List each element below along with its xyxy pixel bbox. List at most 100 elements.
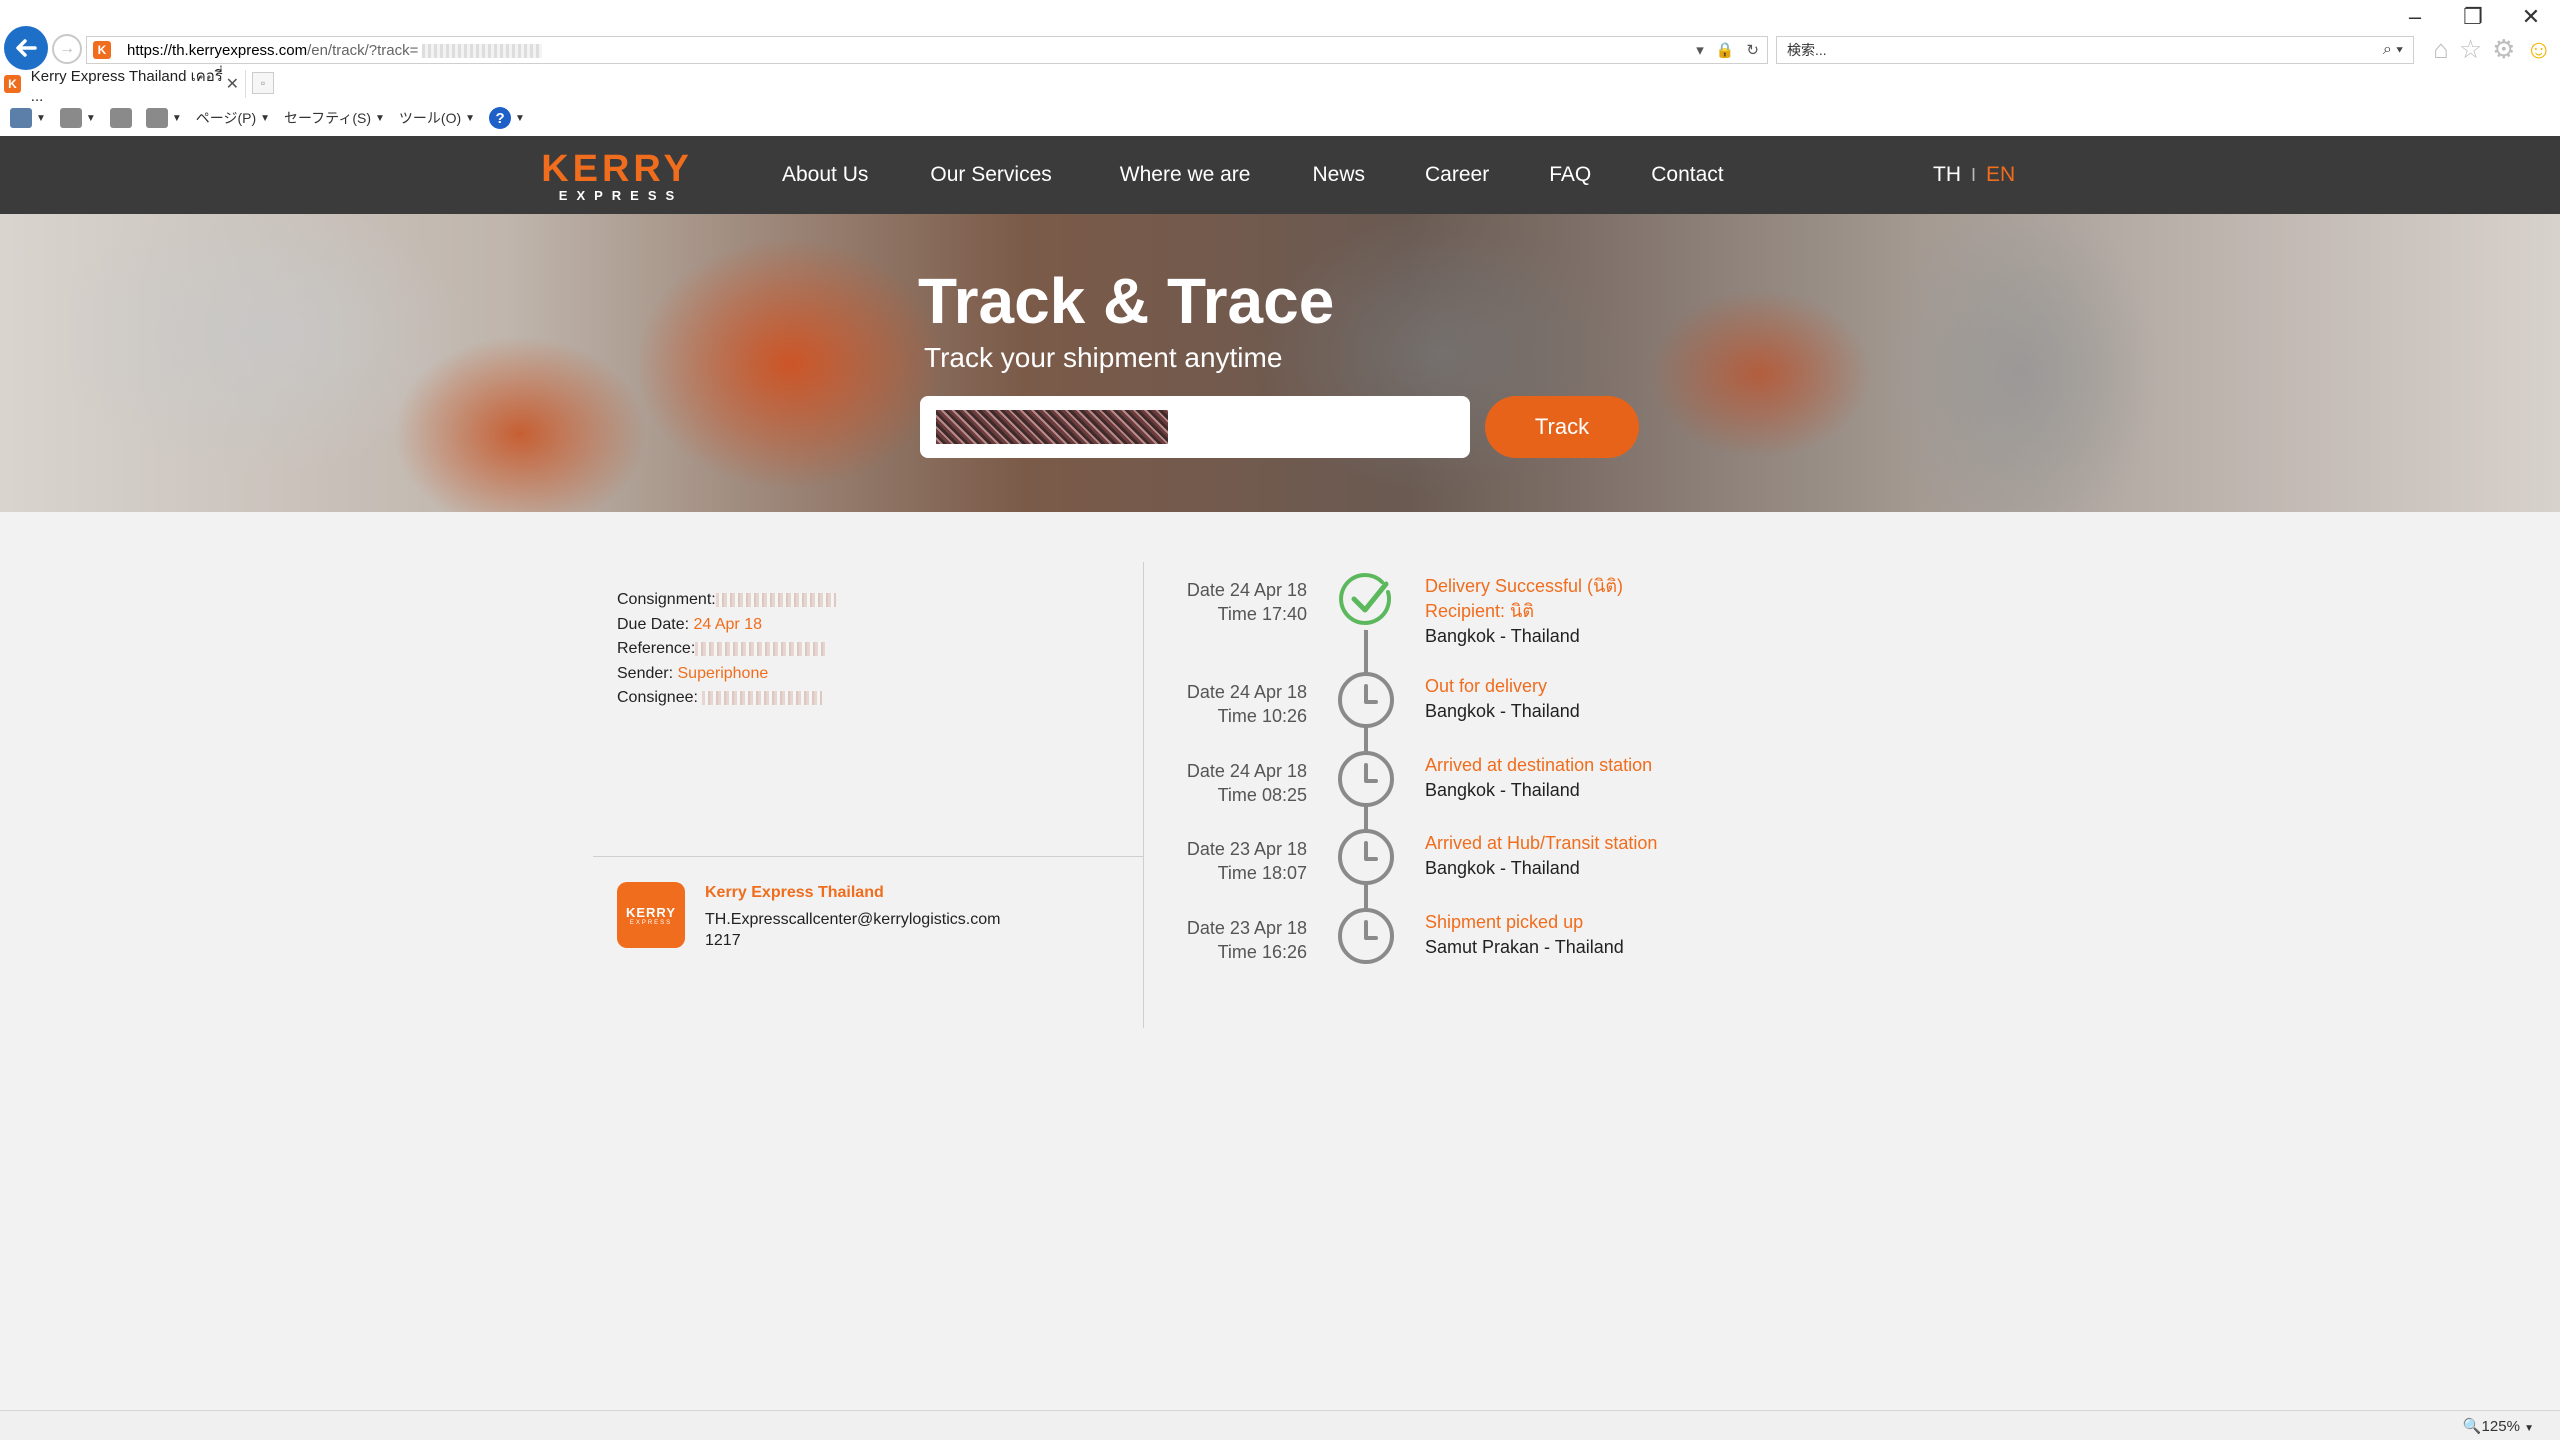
zoom-value: 🔍125%	[2462, 1418, 2520, 1435]
chevron-down-icon: ▼	[171, 112, 182, 124]
site-favicon: K	[93, 41, 111, 59]
search-icon[interactable]: ⌕ ▾	[2383, 41, 2403, 59]
arrow-left-icon	[16, 39, 37, 57]
timeline-datetime: Date 23 Apr 18 Time 16:26	[1184, 916, 1307, 964]
timeline-date: Date 23 Apr 18	[1186, 839, 1307, 859]
timeline-status: Out for delivery	[1425, 676, 1548, 696]
minimize-button[interactable]: –	[2386, 0, 2444, 34]
favorites-star-icon[interactable]: ☆	[2459, 34, 2482, 65]
chevron-down-icon: ▼	[515, 112, 525, 124]
contact-email[interactable]: TH.Expresscallcenter@kerrylogistics.com	[705, 909, 1000, 930]
timeline-location: Bangkok - Thailand	[1425, 858, 1580, 878]
timeline-datetime: Date 24 Apr 18 Time 17:40	[1184, 578, 1307, 626]
zoom-level[interactable]: 🔍125% ▼	[2463, 1417, 2534, 1435]
url-text[interactable]: https://th.kerryexpress.com/en/track/?tr…	[127, 41, 543, 59]
feedback-smiley-icon[interactable]: ☺	[2525, 34, 2552, 65]
feeds-menu[interactable]: ▼	[59, 108, 96, 128]
due-date-row: Due Date: 24 Apr 18	[617, 613, 836, 638]
tools-menu[interactable]: ツール(O) ▼	[399, 108, 475, 128]
nav-about-us[interactable]: About Us	[782, 163, 868, 187]
timeline-date: Date 24 Apr 18	[1186, 580, 1307, 600]
main-menu: About Us Our Services Where we are News …	[782, 136, 1724, 214]
contact-logo: KERRY EXPRESS	[617, 882, 685, 948]
timeline-status-block: Arrived at Hub/Transit station Bangkok -…	[1425, 831, 1657, 881]
lang-en[interactable]: EN	[1986, 163, 2015, 187]
timeline-status: Arrived at destination station	[1425, 755, 1653, 775]
nav-contact[interactable]: Contact	[1651, 163, 1723, 187]
timeline-location: Bangkok - Thailand	[1425, 626, 1580, 646]
nav-faq[interactable]: FAQ	[1549, 163, 1591, 187]
url-host: https://th.kerryexpress.com	[127, 41, 308, 59]
nav-career[interactable]: Career	[1425, 163, 1489, 187]
logo-sub-text: EXPRESS	[558, 188, 684, 203]
contact-card: KERRY EXPRESS Kerry Express Thailand TH.…	[617, 882, 1000, 951]
page-menu[interactable]: ページ(P) ▼	[196, 108, 270, 128]
tab-favicon: K	[4, 75, 21, 93]
browser-toolbar-icons: ⌂ ☆ ⚙ ☺	[2433, 34, 2552, 65]
timeline-time: Time 16:26	[1217, 942, 1307, 962]
timeline-time: Time 10:26	[1217, 706, 1307, 726]
new-tab-button[interactable]: ▫	[252, 72, 274, 94]
safety-menu[interactable]: セーフティ(S) ▼	[284, 108, 385, 128]
check-icon	[1338, 572, 1396, 630]
home-menu[interactable]: ▼	[10, 108, 46, 128]
reference-row: Reference:	[617, 637, 836, 662]
help-menu[interactable]: ? ▼	[489, 107, 525, 129]
refresh-icon[interactable]: ↻	[1746, 41, 1759, 59]
timeline-time: Time 08:25	[1217, 785, 1307, 805]
tab-title: Kerry Express Thailand เคอรี่ ...	[30, 67, 223, 105]
reference-label: Reference:	[617, 640, 696, 657]
lang-th[interactable]: TH	[1933, 163, 1961, 187]
browser-tab-active[interactable]: K Kerry Express Thailand เคอรี่ ... ✕	[0, 68, 246, 105]
browser-status-bar: 🔍125% ▼	[0, 1410, 2560, 1440]
rss-icon	[59, 108, 82, 128]
lock-icon[interactable]: 🔒	[1716, 41, 1735, 59]
vertical-divider	[1143, 562, 1144, 1028]
sender-label: Sender:	[617, 664, 674, 682]
timeline-date: Date 23 Apr 18	[1186, 918, 1307, 938]
arrow-right-icon: →	[59, 40, 75, 57]
contact-phone: 1217	[705, 932, 741, 949]
forward-button[interactable]: →	[52, 34, 82, 64]
logo-main-text: KERRY	[541, 148, 693, 190]
tracking-results: Consignment: Due Date: 24 Apr 18 Referen…	[0, 512, 2560, 1410]
nav-our-services[interactable]: Our Services	[930, 163, 1051, 187]
address-bar[interactable]: K https://th.kerryexpress.com/en/track/?…	[86, 36, 1768, 64]
address-actions: ▾ 🔒 ↻	[1696, 41, 1767, 59]
chevron-down-icon: ▼	[2524, 1423, 2534, 1434]
kerry-express-logo[interactable]: KERRY EXPRESS	[527, 148, 707, 203]
chevron-down-icon: ▼	[85, 112, 96, 124]
consignee-row: Consignee:	[617, 686, 836, 711]
consignee-redacted	[702, 690, 823, 705]
consignment-redacted	[715, 592, 836, 607]
settings-gear-icon[interactable]: ⚙	[2492, 34, 2515, 65]
contact-logo-main: KERRY	[625, 904, 677, 920]
horizontal-divider	[593, 856, 1143, 857]
timeline-date: Date 24 Apr 18	[1186, 761, 1307, 781]
timeline-status-block: Delivery Successful (นิติ) Recipient: นิ…	[1425, 574, 1623, 649]
print-menu[interactable]: ▼	[145, 108, 182, 128]
window-controls: – ❐ ✕	[2386, 0, 2560, 34]
clock-icon	[1338, 829, 1394, 885]
hero-banner: Track & Trace Track your shipment anytim…	[0, 214, 2560, 512]
timeline-location: Bangkok - Thailand	[1425, 701, 1580, 721]
close-window-button[interactable]: ✕	[2502, 0, 2560, 34]
nav-news[interactable]: News	[1312, 163, 1365, 187]
timeline-location: Samut Prakan - Thailand	[1425, 937, 1624, 957]
timeline-datetime: Date 24 Apr 18 Time 10:26	[1184, 680, 1307, 728]
mail-button[interactable]	[109, 108, 132, 128]
due-date-label: Due Date:	[617, 615, 690, 633]
contact-name: Kerry Express Thailand	[705, 884, 884, 901]
dropdown-arrow-icon[interactable]: ▾	[1696, 41, 1704, 59]
home-icon[interactable]: ⌂	[2433, 34, 2449, 65]
tracking-number-input[interactable]	[920, 396, 1470, 458]
close-icon[interactable]: ✕	[226, 74, 239, 94]
chevron-down-icon: ▼	[375, 112, 385, 124]
timeline-location: Bangkok - Thailand	[1425, 780, 1580, 800]
consignee-label: Consignee:	[617, 689, 698, 706]
browser-search-box[interactable]: 検索... ⌕ ▾	[1776, 36, 2414, 64]
track-button[interactable]: Track	[1485, 396, 1639, 458]
site-header: KERRY EXPRESS About Us Our Services Wher…	[0, 136, 2560, 214]
nav-where-we-are[interactable]: Where we are	[1120, 163, 1251, 187]
restore-button[interactable]: ❐	[2444, 0, 2502, 34]
